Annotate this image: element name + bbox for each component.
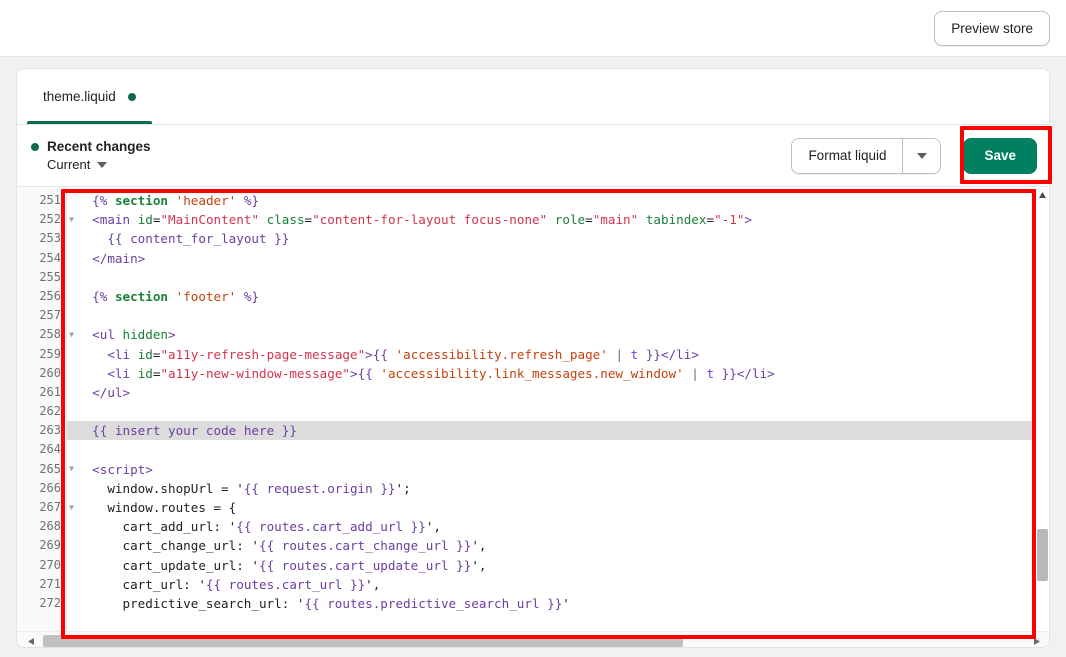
code-line[interactable] — [67, 402, 1049, 421]
version-selector[interactable]: Current — [31, 157, 151, 172]
line-number: 266 — [39, 480, 61, 495]
code-line[interactable]: <script> — [67, 460, 1049, 479]
horizontal-scrollbar-thumb[interactable] — [43, 635, 683, 647]
chevron-down-icon — [97, 161, 108, 168]
unsaved-changes-dot — [127, 92, 136, 101]
line-number: 262 — [39, 404, 61, 419]
line-number: 260 — [39, 365, 61, 380]
code-line[interactable]: cart_add_url: '{{ routes.cart_add_url }}… — [67, 517, 1049, 536]
chevron-down-icon — [916, 152, 927, 159]
horizontal-scrollbar[interactable] — [17, 631, 1049, 647]
format-liquid-split-button: Format liquid — [791, 137, 942, 174]
code-line[interactable]: cart_change_url: '{{ routes.cart_change_… — [67, 536, 1049, 555]
code-line[interactable]: <ul hidden> — [67, 325, 1049, 344]
tab-label: theme.liquid — [43, 89, 116, 104]
recent-changes-label: Recent changes — [47, 139, 151, 154]
toolbar-right-group: Format liquid Save — [791, 137, 1037, 174]
code-lines[interactable]: {% section 'header' %} <main id="MainCon… — [67, 187, 1049, 613]
line-number: 270 — [39, 557, 61, 572]
fold-chevron-icon[interactable]: ▼ — [69, 215, 74, 224]
preview-store-button[interactable]: Preview store — [934, 10, 1050, 46]
format-liquid-dropdown-button[interactable] — [902, 138, 941, 173]
line-number: 272 — [39, 595, 61, 610]
fold-chevron-icon[interactable]: ▼ — [69, 465, 74, 473]
code-line[interactable]: {% section 'footer' %} — [67, 287, 1049, 306]
line-number: 264 — [39, 442, 61, 457]
code-line[interactable]: <li id="a11y-new-window-message">{{ 'acc… — [67, 364, 1049, 383]
code-line[interactable]: predictive_search_url: '{{ routes.predic… — [67, 594, 1049, 613]
code-line[interactable]: window.routes = { — [67, 498, 1049, 517]
editor-card: theme.liquid Recent changes Current Form… — [16, 68, 1050, 648]
tab-theme-liquid[interactable]: theme.liquid — [27, 69, 152, 124]
line-number: 257 — [39, 308, 61, 323]
page-body: theme.liquid Recent changes Current Form… — [0, 56, 1066, 657]
line-number: 255 — [39, 269, 61, 284]
code-line[interactable]: window.shopUrl = '{{ request.origin }}'; — [67, 479, 1049, 498]
code-line[interactable]: {{ content_for_layout }} — [67, 229, 1049, 248]
code-line[interactable] — [67, 440, 1049, 459]
line-number: 261 — [39, 384, 61, 399]
code-line[interactable]: <main id="MainContent" class="content-fo… — [67, 210, 1049, 229]
line-number: 268 — [39, 519, 61, 534]
line-number: 269 — [39, 538, 61, 553]
top-bar: Preview store — [0, 0, 1066, 56]
code-line[interactable]: cart_url: '{{ routes.cart_url }}', — [67, 575, 1049, 594]
code-line[interactable]: </ul> — [67, 383, 1049, 402]
save-button[interactable]: Save — [963, 137, 1037, 174]
code-line[interactable]: {% section 'header' %} — [67, 191, 1049, 210]
code-editor[interactable]: 251 252 ▼ 253 254 255 256 257 258 ▼ 259 260 261 262 26… — [17, 187, 1049, 647]
code-line[interactable] — [67, 268, 1049, 287]
code-line[interactable]: </main> — [67, 249, 1049, 268]
line-number: 271 — [39, 576, 61, 591]
code-scroll-region[interactable]: {% section 'header' %} <main id="MainCon… — [67, 187, 1049, 647]
code-line[interactable]: <li id="a11y-refresh-page-message">{{ 'a… — [67, 345, 1049, 364]
code-line[interactable]: {{ insert your code here }} — [67, 421, 1049, 441]
code-line[interactable] — [67, 306, 1049, 325]
line-number: 252 ▼ — [39, 212, 74, 227]
code-line[interactable]: cart_update_url: '{{ routes.cart_update_… — [67, 556, 1049, 575]
scroll-up-arrow-icon[interactable] — [1038, 191, 1047, 200]
scroll-left-arrow-icon[interactable] — [27, 637, 36, 646]
file-tab-strip: theme.liquid — [17, 69, 1049, 125]
editor-toolbar: Recent changes Current Format liquid Sav… — [17, 125, 1049, 187]
fold-chevron-icon[interactable]: ▼ — [69, 330, 74, 339]
theme-code-editor-page: Preview store theme.liquid Recent change… — [0, 0, 1066, 657]
line-number: 265 ▼ — [39, 461, 74, 476]
scroll-right-arrow-icon[interactable] — [1032, 637, 1041, 646]
line-number: 263 — [39, 423, 61, 438]
vertical-scrollbar-thumb[interactable] — [1037, 529, 1048, 581]
recent-changes-row: Recent changes — [31, 139, 151, 154]
line-number: 258 ▼ — [39, 327, 74, 342]
recent-changes-dot-icon — [31, 142, 39, 151]
line-number: 253 — [39, 231, 61, 246]
toolbar-left-group: Recent changes Current — [31, 139, 151, 172]
format-liquid-button[interactable]: Format liquid — [792, 138, 903, 173]
fold-chevron-icon[interactable]: ▼ — [69, 503, 74, 512]
version-selector-label: Current — [47, 157, 91, 172]
line-number: 256 — [39, 288, 61, 303]
line-number: 259 — [39, 346, 61, 361]
line-number: 254 — [39, 250, 61, 265]
line-number: 267 ▼ — [39, 500, 74, 514]
line-number-gutter: 251 252 ▼ 253 254 255 256 257 258 ▼ 259 260 261 262 26… — [17, 187, 74, 647]
vertical-scrollbar[interactable] — [1034, 187, 1049, 647]
line-number: 251 — [39, 193, 61, 207]
